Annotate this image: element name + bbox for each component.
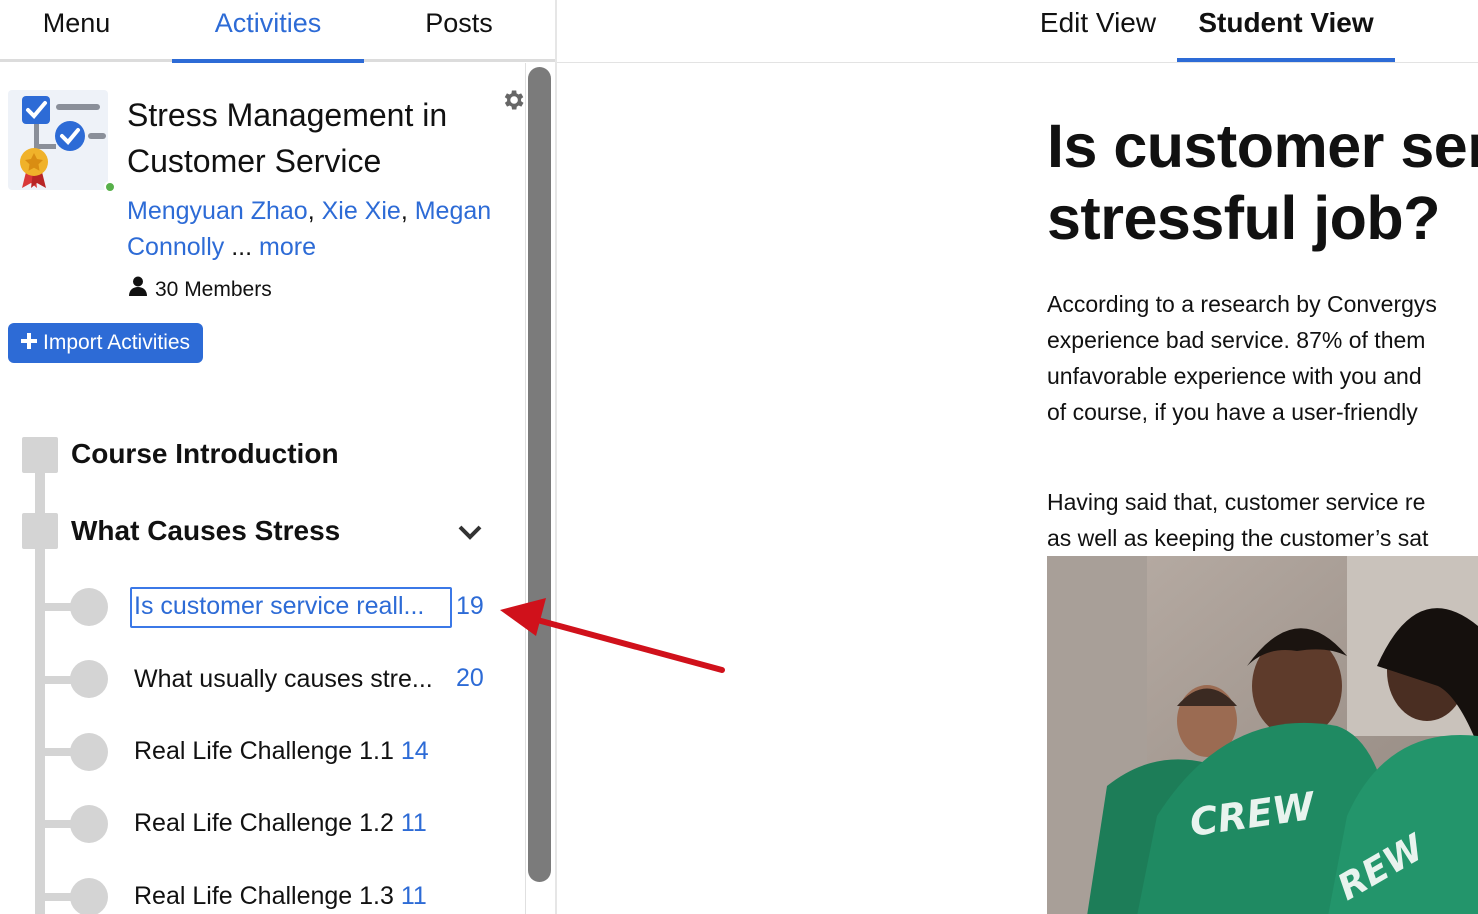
activity-item-3[interactable]: Real Life Challenge 1.1 14 <box>134 737 429 766</box>
more-authors-link[interactable]: more <box>259 233 316 261</box>
import-activities-button[interactable]: Import Activities <box>8 323 204 363</box>
article-title-line-1: Is customer ser <box>1047 112 1478 180</box>
paragraph-line: as well as keeping the customer’s sat <box>1047 525 1429 551</box>
article-paragraph-2: Having said that, customer service re as… <box>1047 484 1478 556</box>
article-paragraph-1: According to a research by Convergys exp… <box>1047 286 1478 430</box>
activity-count: 14 <box>400 737 429 765</box>
course-title: Stress Management in Customer Service <box>127 97 448 179</box>
activity-node <box>70 588 108 626</box>
activity-label: Real Life Challenge 1.2 <box>134 809 394 837</box>
activity-node <box>70 733 108 771</box>
activity-label: Real Life Challenge 1.1 <box>134 737 394 765</box>
left-tab-bar: Menu Activities Posts <box>0 0 555 63</box>
section-node <box>22 513 58 549</box>
activity-node <box>70 878 108 914</box>
tab-menu[interactable]: Menu <box>0 0 153 62</box>
scrollbar-thumb[interactable] <box>528 67 551 882</box>
tab-activities[interactable]: Activities <box>172 0 364 63</box>
article-title: Is customer ser stressful job? <box>1047 110 1478 254</box>
article-title-line-2: stressful job? <box>1047 184 1440 252</box>
activity-node <box>70 805 108 843</box>
tab-posts[interactable]: Posts <box>364 0 554 62</box>
activity-count: 11 <box>400 809 427 837</box>
activity-count: 20 <box>456 664 484 692</box>
section-what-causes-stress[interactable]: What Causes Stress <box>71 515 340 547</box>
article-photo: CREW REW <box>1047 556 1478 914</box>
activity-node <box>70 660 108 698</box>
view-tab-bar: Edit View Student View <box>557 0 1478 63</box>
activity-item-2[interactable]: What usually causes stre... <box>134 665 433 694</box>
author-link[interactable]: Xie Xie <box>322 197 401 225</box>
activity-item-1[interactable]: Is customer service reall... <box>134 592 424 621</box>
activity-count: 11 <box>400 882 427 910</box>
online-status-dot <box>104 181 116 193</box>
authors-ellipsis: ... <box>224 233 260 261</box>
author-separator: , <box>400 197 415 225</box>
members-count: 30 Members <box>129 276 272 304</box>
activity-label: Real Life Challenge 1.3 <box>134 882 394 910</box>
activity-item-5[interactable]: Real Life Challenge 1.3 11 <box>134 882 427 911</box>
gear-icon[interactable] <box>500 87 526 113</box>
paragraph-line: experience bad service. 87% of them <box>1047 327 1426 353</box>
author-separator: , <box>307 197 322 225</box>
activity-count: 19 <box>456 592 484 620</box>
tab-student-view[interactable]: Student View <box>1177 0 1395 62</box>
tab-edit-view[interactable]: Edit View <box>1027 0 1169 62</box>
plus-icon <box>21 323 37 363</box>
chevron-down-icon[interactable] <box>456 520 484 544</box>
article-content: Is customer ser stressful job? According… <box>1047 110 1478 914</box>
course-checklist-icon <box>8 90 108 190</box>
course-authors: Mengyuan Zhao, Xie Xie, Megan Connolly .… <box>127 193 517 265</box>
left-panel: Menu Activities Posts Stress Management … <box>0 0 555 914</box>
activity-item-4[interactable]: Real Life Challenge 1.2 11 <box>134 809 427 838</box>
section-node <box>22 437 58 473</box>
user-icon <box>129 276 147 304</box>
import-activities-label: Import Activities <box>43 331 191 354</box>
panel-divider <box>555 0 557 914</box>
author-link[interactable]: Mengyuan Zhao <box>127 197 308 225</box>
members-label: 30 Members <box>155 278 272 301</box>
paragraph-line: According to a research by Convergys <box>1047 291 1437 317</box>
section-course-introduction[interactable]: Course Introduction <box>71 438 339 470</box>
paragraph-line: Having said that, customer service re <box>1047 489 1426 515</box>
paragraph-line: unfavorable experience with you and <box>1047 363 1422 389</box>
paragraph-line: of course, if you have a user-friendly <box>1047 399 1418 425</box>
